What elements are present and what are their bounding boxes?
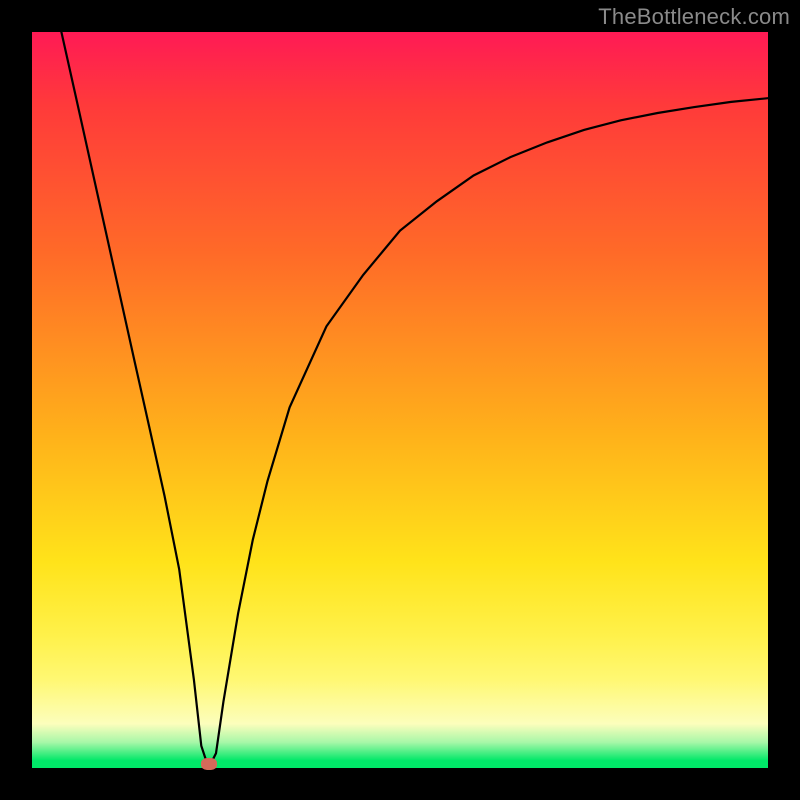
plot-area (32, 32, 768, 768)
attribution-label: TheBottleneck.com (598, 4, 790, 30)
optimum-marker (201, 758, 217, 770)
curve-path (61, 32, 768, 768)
chart-container: TheBottleneck.com (0, 0, 800, 800)
bottleneck-curve (32, 32, 768, 768)
